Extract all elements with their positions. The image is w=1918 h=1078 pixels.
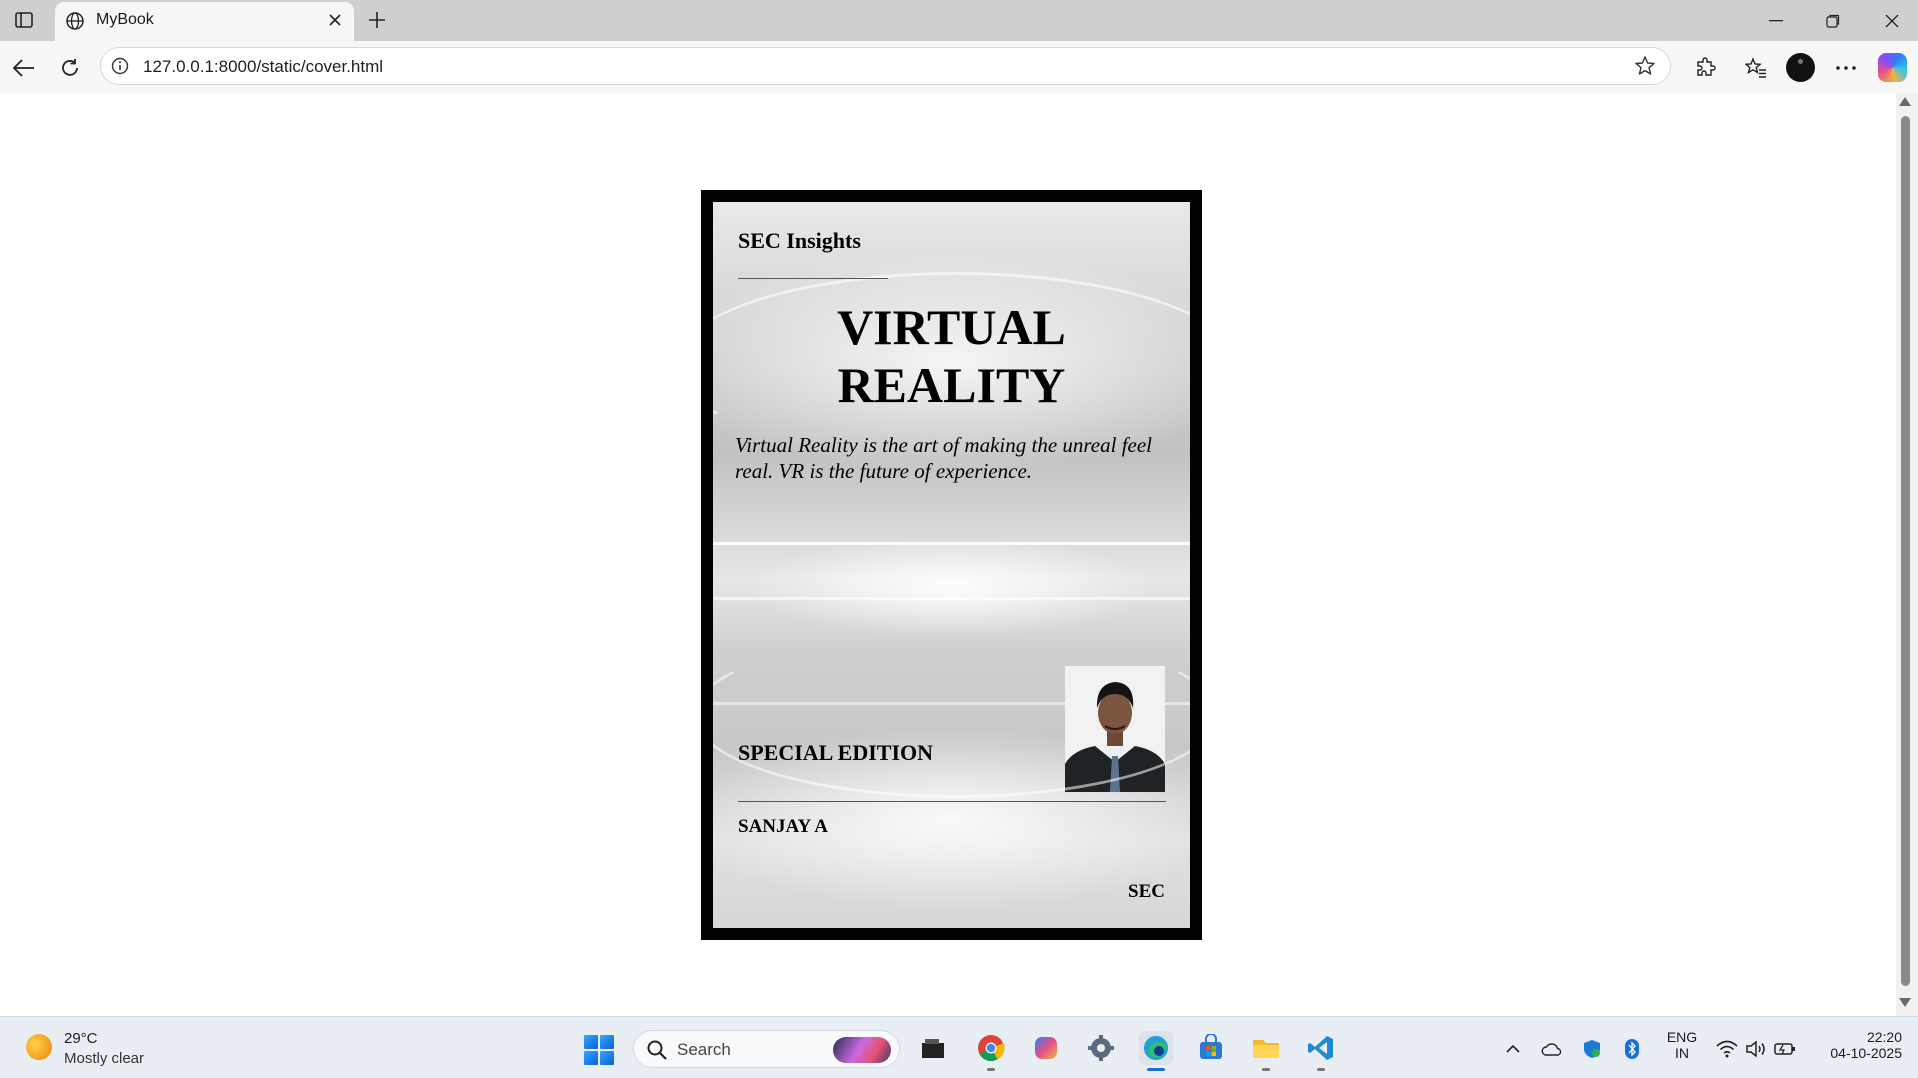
author-photo	[1065, 666, 1165, 792]
address-bar[interactable]: 127.0.0.1:8000/static/cover.html	[100, 47, 1671, 85]
tab-strip: MyBook	[0, 0, 1918, 41]
bluetooth-icon[interactable]	[1621, 1038, 1643, 1060]
scroll-down-arrow-icon[interactable]	[1899, 998, 1911, 1007]
show-hidden-icons-chevron-icon[interactable]	[1502, 1038, 1524, 1060]
browser-tab[interactable]: MyBook	[55, 2, 354, 41]
search-icon	[647, 1040, 667, 1060]
copilot-app-icon[interactable]	[1029, 1031, 1063, 1065]
clock-time: 22:20	[1866, 1029, 1902, 1045]
publisher-label: SEC	[1128, 881, 1165, 902]
browser-toolbar: 127.0.0.1:8000/static/cover.html	[0, 41, 1918, 93]
extensions-icon[interactable]	[1692, 54, 1720, 82]
running-indicator	[1317, 1068, 1325, 1071]
region-code: IN	[1675, 1045, 1689, 1061]
volume-icon[interactable]	[1745, 1038, 1767, 1060]
battery-icon[interactable]	[1774, 1038, 1796, 1060]
close-window-button[interactable]	[1872, 8, 1912, 34]
windows-start-icon[interactable]	[584, 1035, 614, 1065]
scroll-up-arrow-icon[interactable]	[1899, 97, 1911, 106]
clock-date: 04-10-2025	[1830, 1045, 1902, 1061]
close-tab-icon[interactable]	[324, 9, 346, 31]
language-code: ENG	[1666, 1029, 1698, 1045]
copilot-icon[interactable]	[1878, 53, 1907, 82]
cover-title: VIRTUAL REALITY	[713, 298, 1190, 414]
cover-title-line: REALITY	[837, 357, 1066, 413]
weather-moon-icon[interactable]	[26, 1034, 52, 1060]
brand-name: SEC Insights	[738, 228, 861, 253]
cover-title-line: VIRTUAL	[837, 299, 1066, 355]
search-highlight-icon	[833, 1037, 891, 1063]
light-strip	[713, 702, 1190, 705]
vertical-scrollbar[interactable]	[1896, 93, 1918, 1016]
tab-actions-icon[interactable]	[12, 9, 36, 31]
profile-avatar[interactable]	[1786, 53, 1815, 82]
taskbar-search[interactable]: Search	[633, 1030, 900, 1068]
light-strip	[713, 542, 1190, 545]
scrollbar-thumb[interactable]	[1901, 116, 1910, 986]
restore-button[interactable]	[1813, 8, 1853, 34]
favorites-icon[interactable]	[1742, 54, 1770, 82]
back-button[interactable]	[10, 54, 38, 82]
brand-divider	[738, 278, 888, 279]
url-text: 127.0.0.1:8000/static/cover.html	[143, 57, 384, 76]
weather-temperature[interactable]: 29°C	[64, 1030, 98, 1047]
chrome-icon[interactable]	[974, 1031, 1008, 1071]
author-name: SANJAY A	[738, 816, 828, 837]
edition-label: SPECIAL EDITION	[738, 740, 934, 765]
minimize-button[interactable]	[1756, 8, 1796, 34]
edge-icon[interactable]	[1139, 1031, 1173, 1071]
site-info-icon[interactable]	[111, 57, 129, 75]
refresh-button[interactable]	[56, 54, 84, 82]
settings-icon[interactable]	[1084, 1031, 1118, 1065]
new-tab-button[interactable]	[365, 8, 389, 32]
vscode-icon[interactable]	[1304, 1031, 1338, 1071]
running-indicator	[987, 1068, 995, 1071]
light-strip	[713, 597, 1190, 600]
active-app-indicator	[1147, 1068, 1165, 1071]
book-cover-frame: SEC Insights VIRTUAL REALITY Virtual Rea…	[701, 190, 1202, 940]
store-icon[interactable]	[1194, 1031, 1228, 1065]
favorite-star-icon[interactable]	[1634, 55, 1656, 77]
book-cover: SEC Insights VIRTUAL REALITY Virtual Rea…	[713, 202, 1190, 928]
more-options-icon[interactable]	[1832, 54, 1860, 82]
search-label: Search	[677, 1040, 731, 1059]
author-divider	[738, 801, 1166, 802]
cover-tagline: Virtual Reality is the art of making the…	[735, 433, 1153, 483]
wifi-icon[interactable]	[1716, 1038, 1738, 1060]
globe-icon	[66, 12, 84, 30]
folder-icon[interactable]	[1249, 1031, 1283, 1071]
weather-description[interactable]: Mostly clear	[64, 1050, 144, 1067]
clock[interactable]: 22:20 04-10-2025	[1812, 1029, 1902, 1061]
taskbar: 29°C Mostly clear Search ENG IN 22:20 04…	[0, 1016, 1918, 1078]
tab-title: MyBook	[96, 11, 154, 28]
input-language[interactable]: ENG IN	[1665, 1029, 1699, 1061]
file-explorer-icon[interactable]	[916, 1031, 950, 1065]
security-shield-icon[interactable]	[1581, 1038, 1603, 1060]
onedrive-cloud-icon[interactable]	[1541, 1038, 1563, 1060]
running-indicator	[1262, 1068, 1270, 1071]
